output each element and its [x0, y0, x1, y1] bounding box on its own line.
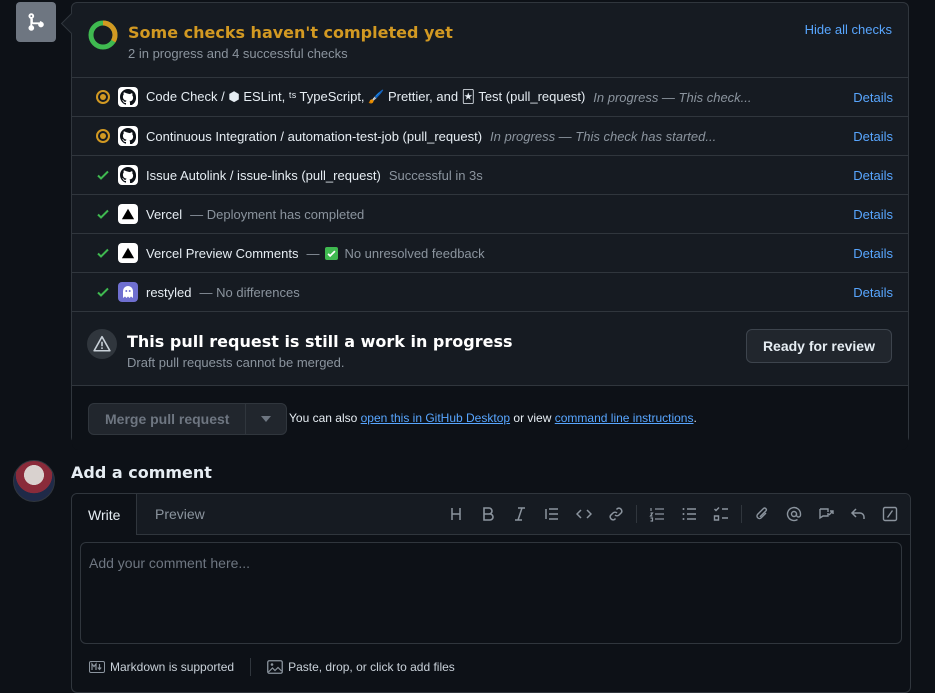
check-description: — No differences	[199, 284, 300, 300]
check-description-prefix: —	[306, 245, 320, 261]
github-logo-icon	[118, 165, 138, 185]
checks-title: Some checks haven't completed yet	[128, 23, 453, 42]
check-description: — Deployment has completed	[190, 206, 365, 222]
check-name: restyled	[146, 284, 192, 300]
checks-progress-donut	[88, 20, 118, 50]
check-row: Vercel Preview Comments — No unresolved …	[72, 234, 908, 273]
in-progress-icon	[94, 128, 112, 144]
alert-icon	[87, 329, 117, 359]
check-row: Continuous Integration / automation-test…	[72, 117, 908, 156]
comment-footer: Markdown is supported Paste, drop, or cl…	[89, 658, 455, 676]
github-logo-icon	[118, 87, 138, 107]
comment-textarea[interactable]: Add your comment here...	[80, 542, 902, 644]
link-icon[interactable]	[600, 498, 632, 530]
merge-pull-request-button[interactable]: Merge pull request	[89, 404, 245, 434]
mention-icon[interactable]	[778, 498, 810, 530]
details-link[interactable]: Details	[853, 90, 893, 105]
footer-divider	[250, 658, 252, 676]
avatar[interactable]	[13, 460, 55, 502]
command-line-instructions-link[interactable]: command line instructions	[555, 411, 694, 425]
merge-button-group: Merge pull request	[88, 403, 288, 435]
check-row: Issue Autolink / issue-links (pull_reque…	[72, 156, 908, 195]
reply-icon[interactable]	[842, 498, 874, 530]
work-in-progress-section: This pull request is still a work in pro…	[72, 312, 908, 386]
attach-files-link[interactable]: Paste, drop, or click to add files	[267, 660, 455, 674]
open-in-desktop-link[interactable]: open this in GitHub Desktop	[361, 411, 510, 425]
check-description: No unresolved feedback	[344, 245, 485, 261]
markdown-icon	[89, 661, 105, 673]
check-name: Vercel	[146, 206, 183, 222]
wip-subtitle: Draft pull requests cannot be merged.	[127, 355, 345, 370]
bold-icon[interactable]	[472, 498, 504, 530]
vercel-logo-icon	[118, 204, 138, 224]
comment-tabs: Write Preview	[72, 494, 910, 535]
details-link[interactable]: Details	[853, 285, 893, 300]
merge-area: Merge pull request You can also open thi…	[72, 386, 908, 450]
details-link[interactable]: Details	[853, 246, 893, 261]
check-success-icon	[94, 245, 112, 261]
toolbar-divider	[741, 505, 742, 523]
attach-note: Paste, drop, or click to add files	[288, 660, 455, 674]
comment-box: Write Preview Add your comment here... M…	[71, 493, 911, 693]
italic-icon[interactable]	[504, 498, 536, 530]
git-branch-icon-box	[16, 2, 56, 42]
checks-header: Some checks haven't completed yet 2 in p…	[72, 3, 908, 78]
merge-note-suffix: .	[693, 411, 697, 425]
task-list-icon[interactable]	[705, 498, 737, 530]
check-name: Continuous Integration / automation-test…	[146, 128, 483, 144]
details-link[interactable]: Details	[853, 129, 893, 144]
image-icon	[267, 660, 283, 674]
merge-options-dropdown[interactable]	[245, 404, 286, 434]
slash-command-icon[interactable]	[874, 498, 906, 530]
ready-for-review-button[interactable]: Ready for review	[745, 329, 892, 363]
check-name: Code Check / ⬢ ESLint, ᵗˢ TypeScript, 🖌️…	[146, 89, 586, 104]
check-name: Issue Autolink / issue-links (pull_reque…	[146, 167, 381, 183]
triangle-down-icon	[261, 416, 272, 422]
add-comment-title: Add a comment	[71, 463, 212, 482]
in-progress-icon	[94, 89, 112, 105]
check-mark-emoji-icon	[325, 246, 339, 260]
check-row: Code Check / ⬢ ESLint, ᵗˢ TypeScript, 🖌️…	[72, 78, 908, 117]
merge-note-prefix: You can also	[289, 411, 358, 425]
merge-note-middle: or view	[513, 411, 552, 425]
toolbar-divider	[636, 505, 637, 523]
check-success-icon	[94, 206, 112, 222]
markdown-toolbar	[440, 494, 906, 534]
check-row: Vercel — Deployment has completed Detail…	[72, 195, 908, 234]
unordered-list-icon[interactable]	[673, 498, 705, 530]
details-link[interactable]: Details	[853, 168, 893, 183]
hide-all-checks-link[interactable]: Hide all checks	[805, 22, 892, 37]
cross-reference-icon[interactable]	[810, 498, 842, 530]
details-link[interactable]: Details	[853, 207, 893, 222]
check-success-icon	[94, 167, 112, 183]
merge-note: You can also open this in GitHub Desktop…	[289, 411, 697, 425]
github-logo-icon	[118, 126, 138, 146]
git-branch-icon	[28, 13, 44, 31]
quote-icon[interactable]	[536, 498, 568, 530]
tab-preview[interactable]: Preview	[155, 494, 205, 534]
heading-icon[interactable]	[440, 498, 472, 530]
check-row: restyled — No differences Details	[72, 273, 908, 312]
tab-write[interactable]: Write	[72, 494, 138, 535]
markdown-note: Markdown is supported	[110, 660, 235, 674]
check-description: In progress — This check...	[593, 89, 752, 105]
wip-title: This pull request is still a work in pro…	[127, 332, 513, 351]
vercel-logo-icon	[118, 243, 138, 263]
markdown-supported-link[interactable]: Markdown is supported	[89, 660, 234, 674]
code-icon[interactable]	[568, 498, 600, 530]
ordered-list-icon[interactable]	[641, 498, 673, 530]
check-success-icon	[94, 284, 112, 300]
check-name: Vercel Preview Comments	[146, 245, 299, 261]
restyled-logo-icon	[118, 282, 138, 302]
check-description: Successful in 3s	[388, 167, 483, 183]
merge-box: Some checks haven't completed yet 2 in p…	[71, 2, 909, 450]
attachment-icon[interactable]	[746, 498, 778, 530]
check-description: In progress — This check has started...	[490, 128, 717, 144]
checks-subtitle: 2 in progress and 4 successful checks	[128, 46, 348, 61]
